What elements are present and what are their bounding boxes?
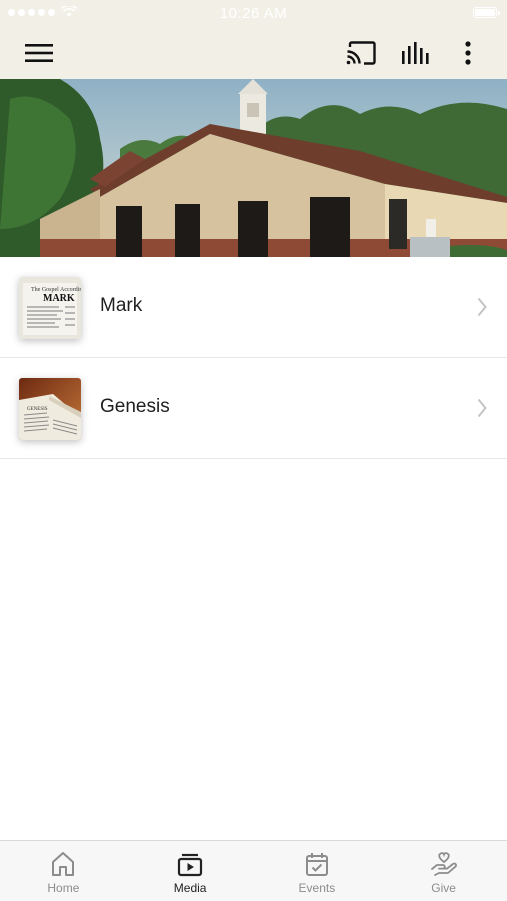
audio-bars-icon [402, 41, 429, 64]
hero-church-image [0, 79, 507, 257]
mark-gospel-page-image: The Gospel According MARK [19, 277, 81, 339]
audio-button[interactable] [394, 26, 436, 79]
mark-thumbnail: The Gospel According MARK [19, 277, 81, 339]
genesis-open-bible-image: GENESIS [19, 378, 81, 440]
tab-media[interactable]: Media [127, 841, 254, 901]
calendar-icon [305, 853, 328, 876]
menu-button[interactable] [18, 26, 60, 79]
chevron-right-icon [477, 297, 487, 317]
hamburger-menu-icon [25, 43, 53, 62]
media-list-item-genesis[interactable]: GENESIS Genesis [0, 358, 507, 459]
status-time: 10:26 AM [219, 5, 288, 22]
svg-text:MARK: MARK [43, 293, 75, 304]
chevron-right-icon [477, 398, 487, 418]
media-list: The Gospel According MARK Mark GENESIS G… [0, 257, 507, 459]
media-list-item-mark[interactable]: The Gospel According MARK Mark [0, 257, 507, 358]
battery-icon [473, 7, 500, 18]
cast-icon [346, 40, 376, 65]
media-item-title: Genesis [100, 396, 170, 417]
tab-give[interactable]: Give [380, 841, 507, 901]
tab-label: Give [431, 881, 456, 895]
give-hand-heart-icon [430, 852, 457, 876]
status-bar: 10:26 AM [0, 0, 507, 26]
more-vertical-icon [465, 40, 471, 65]
church-building-illustration [0, 79, 507, 257]
media-icon [178, 853, 203, 877]
tab-label: Media [173, 881, 207, 895]
media-item-title: Mark [100, 295, 143, 316]
genesis-thumbnail: GENESIS [19, 378, 81, 440]
tab-home[interactable]: Home [0, 841, 127, 901]
cast-button[interactable] [340, 26, 382, 79]
tab-label: Events [298, 881, 336, 895]
bottom-tab-bar: Home Media Events Give [0, 840, 507, 901]
tab-events[interactable]: Events [254, 841, 381, 901]
top-toolbar [0, 26, 507, 79]
home-icon [52, 852, 75, 876]
tab-label: Home [47, 881, 80, 895]
more-options-button[interactable] [450, 26, 486, 79]
svg-text:GENESIS: GENESIS [27, 407, 48, 412]
